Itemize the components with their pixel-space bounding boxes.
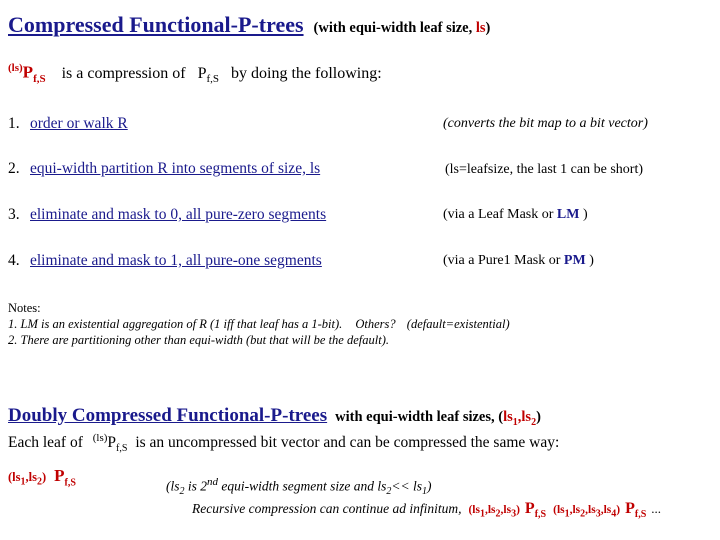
n2p2-close: ): [616, 504, 621, 516]
section2-title: Doubly Compressed Functional-P-trees wit…: [8, 405, 541, 428]
symbol-base: P: [22, 62, 34, 82]
section2-suffix-post: ): [536, 409, 541, 425]
n2p2-c1: ,ls: [569, 504, 581, 516]
notes-line-1: 1. LM is an existential aggregation of R…: [8, 316, 510, 332]
n2-p1-sub: f,S: [534, 509, 547, 521]
title-ls-token: ls: [475, 20, 486, 36]
note2-prefix-2: (ls1,ls2,ls3,ls4): [553, 504, 620, 519]
definition-line: (ls)Pf,S is a compression of Pf,S by doi…: [8, 62, 382, 85]
n2p1-c2: ,ls: [500, 504, 512, 516]
compressed-ptree-symbol: (ls)Pf,S: [8, 62, 46, 85]
step-3-number: 3.: [8, 206, 20, 223]
section2-line2-a: Each leaf of: [8, 434, 83, 452]
n2-p2-sub: f,S: [634, 509, 647, 521]
note2-prefix-1: (ls1,ls2,ls3): [468, 504, 519, 519]
n2-p2-base: P: [625, 500, 635, 517]
note2-ptree-1: Pf,S: [525, 500, 546, 520]
step-3-note-acronym: LM: [556, 207, 580, 222]
step-2-body: equi-width partition R into segments of …: [30, 160, 321, 177]
section2-note-1: (ls2 is 2nd equi-width segment size and …: [166, 476, 432, 497]
n2p1-c1: ,ls: [484, 504, 496, 516]
step-3-body: eliminate and mask to 0, all pure-zero s…: [30, 206, 327, 223]
n2p2-c2: ,ls: [585, 504, 596, 516]
doubly-symbol-p: Pf,S: [54, 466, 76, 489]
note1-d: << ls: [391, 478, 422, 494]
section2-line2: Each leaf of (ls)Pf,S is an uncompressed…: [8, 432, 559, 454]
section2-ls1: ls1: [503, 409, 518, 428]
step-3-note-pre: (via a Leaf Mask or: [443, 207, 557, 222]
step-1-note: (converts the bit map to a bit vector): [443, 116, 648, 131]
step-4-number: 4.: [8, 252, 20, 269]
section2-title-suffix: with equi-width leaf sizes, (ls1,ls2): [335, 409, 541, 428]
section2-ls2: ls2: [521, 409, 536, 428]
step-1-number: 1.: [8, 115, 20, 132]
section2-suffix-pre: with equi-width leaf sizes, (: [335, 409, 504, 425]
section2-note-2: Recursive compression can continue ad in…: [166, 500, 661, 520]
note2-text: Recursive compression can continue ad in…: [192, 501, 462, 516]
n2p1-close: ): [516, 504, 520, 516]
dcs-close: ): [41, 470, 47, 484]
target-ptree-symbol: Pf,S: [198, 65, 219, 85]
section2-line2-sup: (ls): [92, 432, 108, 444]
note1-b: is 2: [184, 478, 208, 494]
slide-page: Compressed Functional-P-trees (with equi…: [0, 0, 720, 540]
n2p2-c3: ,ls: [600, 504, 612, 516]
step-2: 2. equi-width partition R into segments o…: [8, 160, 320, 178]
section2-ls2-base: ls: [521, 409, 532, 425]
page-title-suffix: (with equi-width leaf size, ls): [314, 20, 491, 37]
section2-ls1-base: ls: [503, 409, 513, 425]
step-4-note: (via a Pure1 Mask or PM ): [443, 253, 594, 269]
step-1-body: order or walk R: [30, 115, 128, 132]
symbol-superscript: (ls): [8, 62, 23, 74]
notes-header: Notes:: [8, 301, 41, 315]
n2-p1-base: P: [524, 500, 535, 517]
section2-line2-symbol: (ls)Pf,S: [92, 432, 128, 455]
note1-sup: nd: [207, 476, 219, 488]
notes-line-1a: 1. LM is an existential aggregation of R…: [8, 317, 343, 331]
notes-block: Notes: 1. LM is an existential aggregati…: [8, 300, 510, 348]
section2-line2-sub: f,S: [116, 443, 128, 455]
notes-line-1c: (default=existential): [406, 317, 510, 331]
dcs-p-base: P: [54, 466, 65, 485]
step-3-note-post: ): [579, 207, 588, 222]
doubly-symbol-prefix: (ls1,ls2): [8, 470, 47, 488]
section2-line2-b: is an uncompressed bit vector and can be…: [135, 434, 560, 452]
notes-line-1b: Others?: [355, 317, 396, 331]
dcs-ls2: ls: [28, 470, 37, 484]
dcs-ls1: ls: [12, 470, 21, 484]
definition-text-after: by doing the following:: [231, 64, 382, 82]
symbol-subscript: f,S: [33, 73, 46, 86]
step-4-note-pre: (via a Pure1 Mask or: [443, 253, 564, 268]
page-title-main: Compressed Functional-P-trees: [8, 12, 304, 37]
notes-line-2: 2. There are partitioning other than equ…: [8, 333, 389, 347]
note2-ptree-2: Pf,S: [625, 500, 646, 520]
note1-open: (ls: [166, 478, 180, 494]
step-3: 3. eliminate and mask to 0, all pure-zero…: [8, 206, 326, 224]
step-4-note-post: ): [585, 253, 594, 268]
title-suffix-pre: (with equi-width leaf size,: [313, 20, 476, 36]
note1-e: ): [427, 478, 432, 494]
step-3-note: (via a Leaf Mask or LM ): [443, 207, 588, 223]
dcs-p-sub: f,S: [64, 477, 76, 489]
title-suffix-post: ): [485, 20, 491, 36]
step-4-note-acronym: PM: [563, 253, 586, 268]
target-subscript: f,S: [206, 72, 220, 85]
section2-title-main: Doubly Compressed Functional-P-trees: [8, 405, 328, 426]
page-title: Compressed Functional-P-trees (with equi…: [8, 12, 490, 38]
step-4: 4. eliminate and mask to 1, all pure-one …: [8, 252, 322, 270]
n2p1-ls1: ls: [472, 504, 480, 516]
section2-line2-base: P: [107, 434, 117, 452]
definition-text: is a compression of: [61, 64, 186, 82]
step-2-note: (ls=leafsize, the last 1 can be short): [445, 162, 643, 177]
n2p2-ls1: ls: [556, 504, 565, 516]
step-2-number: 2.: [8, 160, 20, 177]
doubly-compressed-symbol: (ls1,ls2) Pf,S: [8, 466, 76, 488]
step-1: 1. order or walk R: [8, 115, 128, 133]
step-4-body: eliminate and mask to 1, all pure-one se…: [30, 252, 322, 269]
note1-c: equi-width segment size and ls: [218, 478, 387, 494]
note2-ellipsis: ...: [651, 501, 662, 516]
